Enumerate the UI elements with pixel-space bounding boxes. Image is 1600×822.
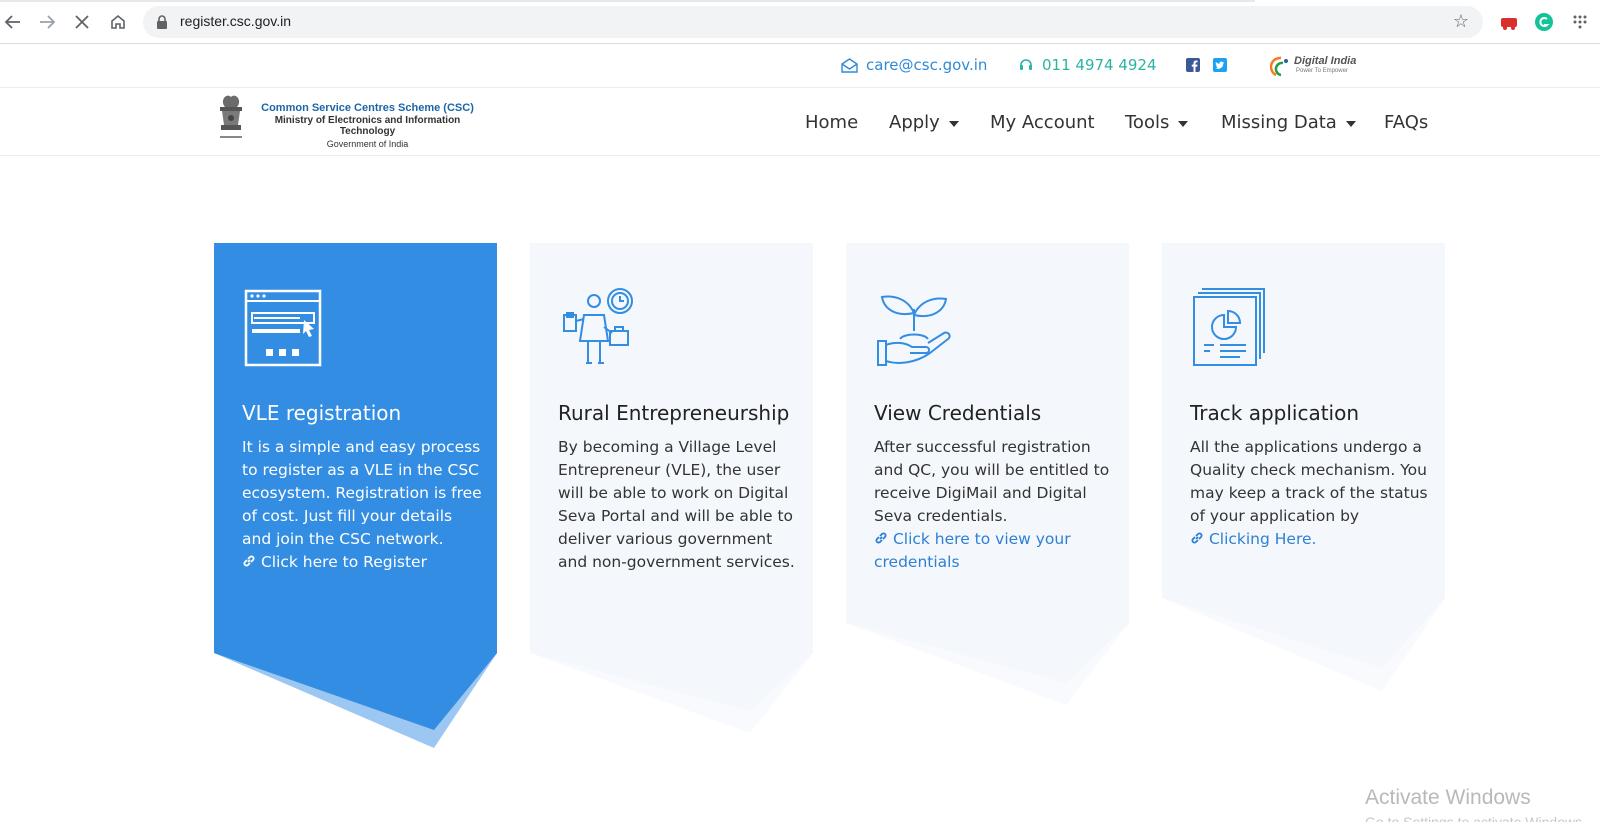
url-text[interactable]: register.csc.gov.in	[180, 13, 291, 29]
stop-loading-icon[interactable]	[70, 10, 94, 34]
nav-missing-data[interactable]: Missing Data	[1221, 112, 1356, 133]
caret-down-icon	[948, 120, 959, 127]
view-credentials-link-text[interactable]: Click here to view your credentials	[874, 530, 1071, 571]
digital-india-text: Digital India	[1294, 55, 1357, 67]
card-description: All the applications undergo a Quality c…	[1190, 436, 1430, 551]
extensions-grid-icon[interactable]	[1570, 12, 1590, 32]
contact-bar: care@csc.gov.in 011 4974 4924	[0, 44, 1600, 88]
extension-red-icon[interactable]	[1499, 12, 1519, 32]
activate-windows-watermark: Activate Windows	[1365, 786, 1531, 809]
caret-down-icon	[1178, 120, 1189, 127]
bookmark-star-icon[interactable]: ☆	[1453, 11, 1469, 32]
card-title: View Credentials	[874, 401, 1042, 425]
register-link-text[interactable]: Click here to Register	[261, 553, 427, 571]
brand-title: Common Service Centres Scheme (CSC)	[261, 102, 474, 114]
card-description: After successful registration and QC, yo…	[874, 436, 1114, 574]
digital-india-mark-icon	[1270, 56, 1288, 77]
link-icon	[1191, 532, 1203, 544]
caret-down-icon	[1345, 120, 1356, 127]
card-title: Track application	[1190, 401, 1360, 425]
card-description-text: It is a simple and easy process to regis…	[242, 438, 482, 548]
nav-faqs[interactable]: FAQs	[1384, 112, 1428, 133]
register-link[interactable]: Click here to Register	[242, 553, 427, 571]
nav-apply-label: Apply	[889, 112, 940, 133]
digital-india-logo: Digital India Power To Empower	[1270, 54, 1360, 78]
nav-home[interactable]: Home	[805, 112, 858, 133]
card-description-text: All the applications undergo a Quality c…	[1190, 438, 1428, 525]
brand-ministry: Ministry of Electronics and Information …	[274, 115, 461, 137]
phone-text[interactable]: 011 4974 4924	[1042, 56, 1157, 74]
home-icon[interactable]	[106, 10, 130, 34]
activate-windows-subtext: Go to Settings to activate Windows.	[1365, 814, 1586, 822]
address-bar[interactable]: register.csc.gov.in ☆	[143, 6, 1483, 38]
email-contact[interactable]: care@csc.gov.in	[841, 56, 987, 74]
forward-icon[interactable]	[35, 10, 59, 34]
nav-tools-label: Tools	[1125, 112, 1170, 133]
link-icon	[875, 532, 887, 544]
nav-my-account[interactable]: My Account	[990, 112, 1095, 133]
national-emblem-icon	[220, 95, 242, 138]
brand-government: Government of India	[326, 139, 409, 149]
card-title: VLE registration	[242, 401, 402, 425]
back-icon[interactable]	[1, 10, 25, 34]
phone-contact[interactable]: 011 4974 4924	[1018, 56, 1157, 74]
headset-icon	[1020, 59, 1032, 70]
nav-home-label: Home	[805, 112, 859, 133]
track-application-link-text[interactable]: Clicking Here.	[1209, 530, 1317, 548]
card-title: Rural Entrepreneurship	[558, 401, 790, 425]
card-description: By becoming a Village Level Entrepreneur…	[558, 438, 795, 571]
facebook-icon[interactable]	[1186, 58, 1200, 72]
envelope-icon	[841, 57, 858, 73]
plant-hand-icon	[877, 295, 951, 366]
card-description: It is a simple and easy process to regis…	[242, 436, 482, 574]
entrepreneur-icon	[563, 288, 633, 364]
nav-faqs-label: FAQs	[1384, 112, 1429, 133]
nav-my-account-label: My Account	[990, 112, 1095, 133]
email-text[interactable]: care@csc.gov.in	[866, 56, 987, 74]
grammarly-icon[interactable]	[1534, 12, 1554, 32]
view-credentials-link[interactable]: Click here to view your credentials	[874, 530, 1071, 571]
browser-toolbar: register.csc.gov.in ☆	[0, 0, 1600, 44]
site-header: Common Service Centres Scheme (CSC) Mini…	[0, 88, 1600, 156]
link-icon	[243, 555, 255, 567]
nav-apply[interactable]: Apply	[889, 112, 959, 133]
brand-block[interactable]: Common Service Centres Scheme (CSC) Mini…	[250, 102, 485, 149]
report-document-icon	[1193, 288, 1265, 366]
lock-icon	[157, 15, 167, 29]
digital-india-tagline: Power To Empower	[1296, 68, 1348, 74]
nav-missing-data-label: Missing Data	[1221, 112, 1337, 133]
track-application-link[interactable]: Clicking Here.	[1190, 530, 1316, 548]
nav-tools[interactable]: Tools	[1125, 112, 1189, 133]
twitter-icon[interactable]	[1213, 58, 1227, 72]
loading-bar	[0, 0, 1255, 2]
card-description-text: After successful registration and QC, yo…	[874, 438, 1110, 525]
web-form-icon	[244, 289, 322, 367]
